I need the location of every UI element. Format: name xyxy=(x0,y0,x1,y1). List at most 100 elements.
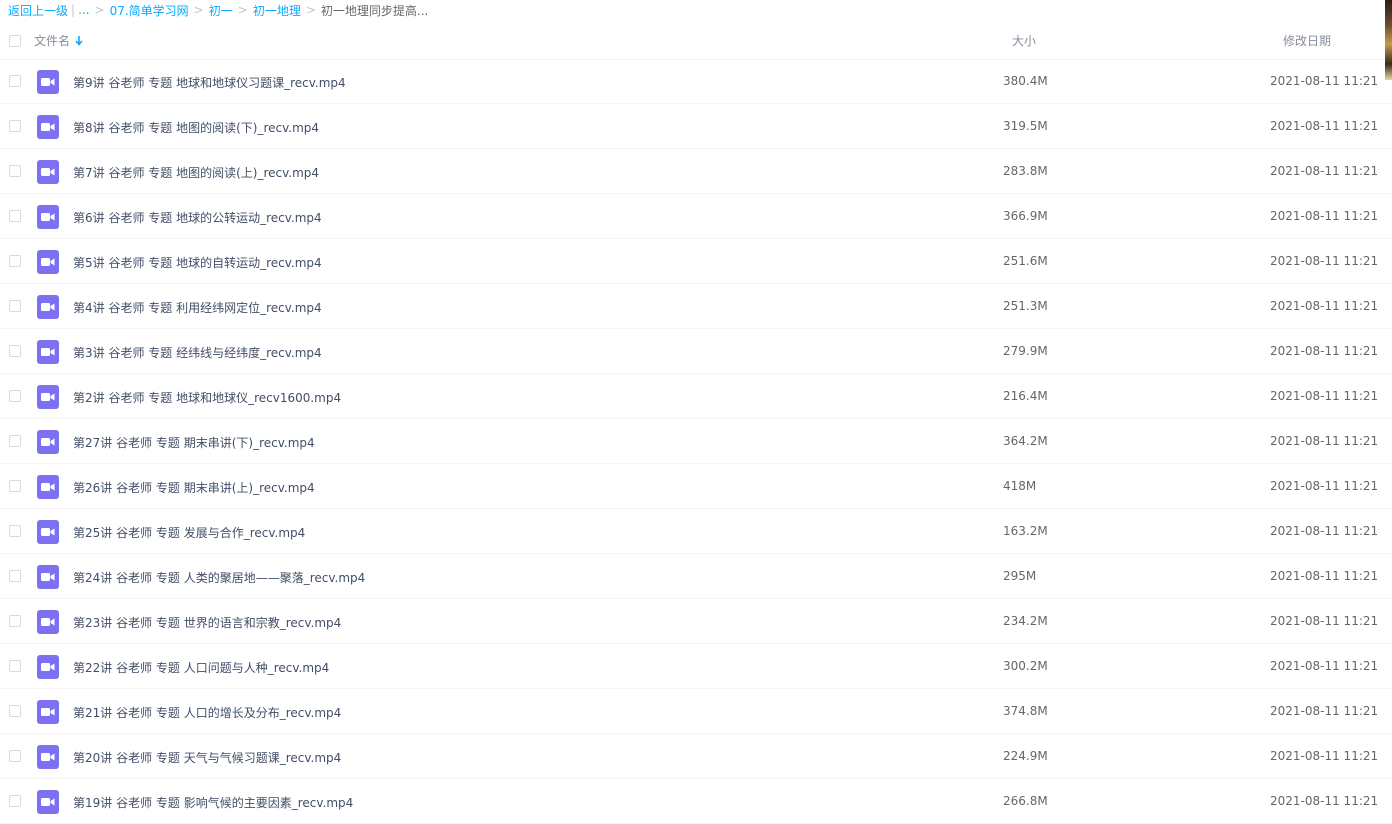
select-all-checkbox[interactable] xyxy=(9,35,21,47)
file-name[interactable]: 第4讲 谷老师 专题 利用经纬网定位_recv.mp4 xyxy=(73,299,322,316)
file-date: 2021-08-11 11:21 xyxy=(1270,344,1379,358)
file-size: 380.4M xyxy=(1003,74,1048,88)
file-row[interactable]: 第21讲 谷老师 专题 人口的增长及分布_recv.mp4 374.8M 2021-… xyxy=(0,689,1392,734)
breadcrumb-separator: > xyxy=(94,3,105,17)
file-name[interactable]: 第9讲 谷老师 专题 地球和地球仪习题课_recv.mp4 xyxy=(73,74,346,91)
file-size: 279.9M xyxy=(1003,344,1048,358)
file-row[interactable]: 第27讲 谷老师 专题 期末串讲(下)_recv.mp4 364.2M 2021-0… xyxy=(0,419,1392,464)
file-row[interactable]: 第19讲 谷老师 专题 影响气候的主要因素_recv.mp4 266.8M 2021… xyxy=(0,779,1392,824)
file-name[interactable]: 第6讲 谷老师 专题 地球的公转运动_recv.mp4 xyxy=(73,209,322,226)
file-row[interactable]: 第8讲 谷老师 专题 地图的阅读(下)_recv.mp4 319.5M 2021-0… xyxy=(0,104,1392,149)
row-checkbox[interactable] xyxy=(9,165,21,177)
breadcrumb-separator: > xyxy=(237,3,248,17)
file-date: 2021-08-11 11:21 xyxy=(1270,389,1379,403)
breadcrumb-separator: > xyxy=(305,3,316,17)
file-name[interactable]: 第8讲 谷老师 专题 地图的阅读(下)_recv.mp4 xyxy=(73,119,319,136)
file-list: 第9讲 谷老师 专题 地球和地球仪习题课_recv.mp4 380.4M 2021-… xyxy=(0,59,1392,824)
file-row[interactable]: 第3讲 谷老师 专题 经纬线与经纬度_recv.mp4 279.9M 2021-08… xyxy=(0,329,1392,374)
file-date: 2021-08-11 11:21 xyxy=(1270,299,1379,313)
video-file-icon xyxy=(37,520,59,544)
file-name[interactable]: 第26讲 谷老师 专题 期末串讲(上)_recv.mp4 xyxy=(73,479,315,496)
file-name[interactable]: 第19讲 谷老师 专题 影响气候的主要因素_recv.mp4 xyxy=(73,794,353,811)
file-date: 2021-08-11 11:21 xyxy=(1270,614,1379,628)
file-name[interactable]: 第21讲 谷老师 专题 人口的增长及分布_recv.mp4 xyxy=(73,704,341,721)
row-checkbox[interactable] xyxy=(9,255,21,267)
file-row[interactable]: 第5讲 谷老师 专题 地球的自转运动_recv.mp4 251.6M 2021-08… xyxy=(0,239,1392,284)
row-checkbox[interactable] xyxy=(9,435,21,447)
video-file-icon xyxy=(37,340,59,364)
file-row[interactable]: 第20讲 谷老师 专题 天气与气候习题课_recv.mp4 224.9M 2021-… xyxy=(0,734,1392,779)
video-file-icon xyxy=(37,115,59,139)
file-size: 251.6M xyxy=(1003,254,1048,268)
breadcrumb-item-geography[interactable]: 初一地理 xyxy=(253,2,301,19)
row-checkbox[interactable] xyxy=(9,615,21,627)
back-link[interactable]: 返回上一级 xyxy=(8,2,68,19)
file-row[interactable]: 第25讲 谷老师 专题 发展与合作_recv.mp4 163.2M 2021-08-… xyxy=(0,509,1392,554)
file-name[interactable]: 第23讲 谷老师 专题 世界的语言和宗教_recv.mp4 xyxy=(73,614,341,631)
row-checkbox[interactable] xyxy=(9,750,21,762)
video-file-icon xyxy=(37,385,59,409)
file-row[interactable]: 第22讲 谷老师 专题 人口问题与人种_recv.mp4 300.2M 2021-0… xyxy=(0,644,1392,689)
list-header: 文件名 大小 修改日期 xyxy=(0,22,1385,60)
breadcrumb-divider: | xyxy=(71,3,76,17)
file-size: 283.8M xyxy=(1003,164,1048,178)
breadcrumb-ellipsis[interactable]: ... xyxy=(78,3,89,17)
file-size: 295M xyxy=(1003,569,1037,583)
file-name[interactable]: 第5讲 谷老师 专题 地球的自转运动_recv.mp4 xyxy=(73,254,322,271)
file-size: 251.3M xyxy=(1003,299,1048,313)
file-date: 2021-08-11 11:21 xyxy=(1270,749,1379,763)
row-checkbox[interactable] xyxy=(9,705,21,717)
file-date: 2021-08-11 11:21 xyxy=(1270,254,1379,268)
column-header-size[interactable]: 大小 xyxy=(1012,32,1036,49)
breadcrumb-item-grade1[interactable]: 初一 xyxy=(209,2,233,19)
file-row[interactable]: 第4讲 谷老师 专题 利用经纬网定位_recv.mp4 251.3M 2021-08… xyxy=(0,284,1392,329)
breadcrumb: 返回上一级 | ... > 07.简单学习网 > 初一 > 初一地理 > 初一地… xyxy=(8,0,428,20)
video-file-icon xyxy=(37,745,59,769)
row-checkbox[interactable] xyxy=(9,390,21,402)
file-size: 374.8M xyxy=(1003,704,1048,718)
file-date: 2021-08-11 11:21 xyxy=(1270,569,1379,583)
file-row[interactable]: 第7讲 谷老师 专题 地图的阅读(上)_recv.mp4 283.8M 2021-0… xyxy=(0,149,1392,194)
video-file-icon xyxy=(37,790,59,814)
row-checkbox[interactable] xyxy=(9,120,21,132)
row-checkbox[interactable] xyxy=(9,300,21,312)
file-row[interactable]: 第9讲 谷老师 专题 地球和地球仪习题课_recv.mp4 380.4M 2021-… xyxy=(0,59,1392,104)
video-file-icon xyxy=(37,700,59,724)
video-file-icon xyxy=(37,295,59,319)
breadcrumb-item-07[interactable]: 07.简单学习网 xyxy=(110,2,189,19)
file-name[interactable]: 第24讲 谷老师 专题 人类的聚居地——聚落_recv.mp4 xyxy=(73,569,365,586)
row-checkbox[interactable] xyxy=(9,795,21,807)
file-date: 2021-08-11 11:21 xyxy=(1270,479,1379,493)
video-file-icon xyxy=(37,565,59,589)
file-row[interactable]: 第26讲 谷老师 专题 期末串讲(上)_recv.mp4 418M 2021-08-… xyxy=(0,464,1392,509)
file-date: 2021-08-11 11:21 xyxy=(1270,209,1379,223)
sort-down-arrow-icon xyxy=(75,35,83,46)
file-name[interactable]: 第27讲 谷老师 专题 期末串讲(下)_recv.mp4 xyxy=(73,434,315,451)
file-name[interactable]: 第22讲 谷老师 专题 人口问题与人种_recv.mp4 xyxy=(73,659,329,676)
file-date: 2021-08-11 11:21 xyxy=(1270,74,1379,88)
row-checkbox[interactable] xyxy=(9,480,21,492)
file-row[interactable]: 第23讲 谷老师 专题 世界的语言和宗教_recv.mp4 234.2M 2021-… xyxy=(0,599,1392,644)
row-checkbox[interactable] xyxy=(9,525,21,537)
file-row[interactable]: 第2讲 谷老师 专题 地球和地球仪_recv1600.mp4 216.4M 2021… xyxy=(0,374,1392,419)
file-row[interactable]: 第24讲 谷老师 专题 人类的聚居地——聚落_recv.mp4 295M 2021-… xyxy=(0,554,1392,599)
column-header-date[interactable]: 修改日期 xyxy=(1283,32,1331,49)
file-size: 216.4M xyxy=(1003,389,1048,403)
row-checkbox[interactable] xyxy=(9,570,21,582)
file-name[interactable]: 第7讲 谷老师 专题 地图的阅读(上)_recv.mp4 xyxy=(73,164,319,181)
file-date: 2021-08-11 11:21 xyxy=(1270,659,1379,673)
row-checkbox[interactable] xyxy=(9,75,21,87)
file-size: 319.5M xyxy=(1003,119,1048,133)
file-name[interactable]: 第20讲 谷老师 专题 天气与气候习题课_recv.mp4 xyxy=(73,749,341,766)
column-header-name[interactable]: 文件名 xyxy=(34,32,83,49)
file-date: 2021-08-11 11:21 xyxy=(1270,524,1379,538)
file-name[interactable]: 第3讲 谷老师 专题 经纬线与经纬度_recv.mp4 xyxy=(73,344,322,361)
file-row[interactable]: 第6讲 谷老师 专题 地球的公转运动_recv.mp4 366.9M 2021-08… xyxy=(0,194,1392,239)
row-checkbox[interactable] xyxy=(9,660,21,672)
row-checkbox[interactable] xyxy=(9,210,21,222)
file-size: 266.8M xyxy=(1003,794,1048,808)
file-size: 224.9M xyxy=(1003,749,1048,763)
file-name[interactable]: 第2讲 谷老师 专题 地球和地球仪_recv1600.mp4 xyxy=(73,389,341,406)
row-checkbox[interactable] xyxy=(9,345,21,357)
file-name[interactable]: 第25讲 谷老师 专题 发展与合作_recv.mp4 xyxy=(73,524,305,541)
